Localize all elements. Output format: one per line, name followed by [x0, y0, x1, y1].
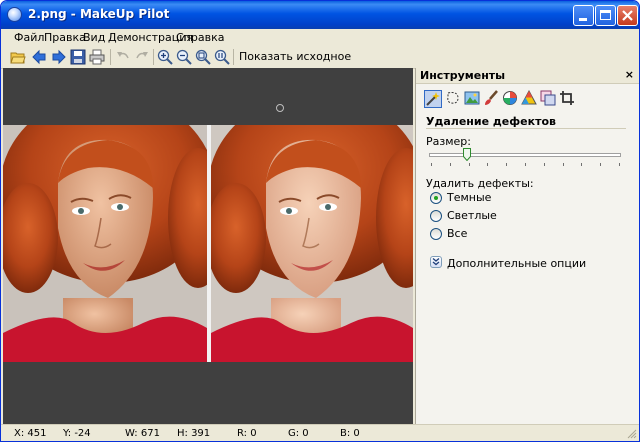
radio-all[interactable]: [430, 228, 442, 240]
photo-comparison: [3, 125, 413, 362]
section-divider: [426, 128, 626, 129]
resize-grip-icon[interactable]: [627, 429, 637, 439]
slider-tick: [619, 163, 620, 166]
slider-tick: [449, 163, 451, 166]
open-folder-icon[interactable]: [10, 49, 26, 65]
undo-icon[interactable]: [115, 49, 131, 65]
slider-tick: [506, 163, 508, 166]
print-icon[interactable]: [89, 49, 105, 65]
status-red: R: 0: [237, 428, 257, 439]
menu-edit[interactable]: Правка: [44, 31, 86, 44]
expand-options-button[interactable]: [430, 256, 442, 268]
status-green: G: 0: [288, 428, 309, 439]
color-triangle-tool-icon[interactable]: [521, 89, 539, 108]
maximize-button[interactable]: [595, 5, 616, 26]
slider-tick: [468, 163, 470, 166]
menu-file[interactable]: Файл: [14, 31, 44, 44]
close-icon: [622, 10, 633, 21]
menu-bar: Файл Правка Вид Демонстрация Справка: [1, 29, 639, 46]
layers-tool-icon[interactable]: [540, 90, 558, 108]
slider-tick: [600, 163, 602, 166]
photo-after: [211, 125, 413, 362]
radio-dark-label[interactable]: Темные: [447, 191, 491, 204]
slider-tick: [487, 163, 489, 166]
panel-close-icon[interactable]: ×: [625, 68, 634, 81]
window-title: 2.png - MakeUp Pilot: [28, 7, 170, 21]
double-chevron-down-icon: [432, 258, 440, 266]
status-y: Y: -24: [63, 428, 91, 439]
status-height: H: 391: [177, 428, 211, 439]
crop-tool-icon[interactable]: [559, 90, 577, 108]
slider-tick: [431, 163, 432, 166]
minimize-button[interactable]: [573, 5, 594, 26]
remove-defects-label: Удалить дефекты:: [426, 177, 534, 190]
save-icon[interactable]: [70, 49, 86, 65]
brush-tool-icon[interactable]: [483, 90, 501, 108]
toolbar-separator: [153, 49, 154, 65]
panel-header: Инструменты ×: [416, 68, 639, 84]
status-x: X: 451: [14, 428, 47, 439]
app-icon[interactable]: [7, 7, 22, 22]
status-bar: X: 451 Y: -24 W: 671 H: 391 R: 0 G: 0 B:…: [1, 424, 639, 441]
zoom-actual-icon[interactable]: [214, 49, 230, 65]
size-slider-thumb[interactable]: [463, 148, 472, 161]
radio-light-label[interactable]: Светлые: [447, 209, 497, 222]
size-label: Размер:: [426, 135, 471, 148]
color-tool-icon[interactable]: [502, 90, 520, 108]
redo-icon[interactable]: [134, 49, 150, 65]
radio-all-label[interactable]: Все: [447, 227, 467, 240]
status-width: W: 671: [125, 428, 160, 439]
size-slider[interactable]: [429, 153, 621, 157]
slider-tick: [543, 163, 545, 166]
radio-light[interactable]: [430, 210, 442, 222]
menu-help[interactable]: Справка: [176, 31, 224, 44]
extra-options-label[interactable]: Дополнительные опции: [447, 257, 586, 270]
radio-dark[interactable]: [430, 192, 442, 204]
section-title: Удаление дефектов: [426, 115, 556, 128]
tools-panel: Инструменты × Удаление дефектов Размер: …: [415, 68, 639, 424]
defect-removal-tool-icon[interactable]: [424, 90, 442, 108]
show-original-button[interactable]: Показать исходное: [239, 50, 351, 63]
close-button[interactable]: [617, 5, 638, 26]
slider-tick: [581, 163, 583, 166]
zoom-in-icon[interactable]: [157, 49, 173, 65]
toolbar-separator: [110, 49, 111, 65]
image-canvas[interactable]: [3, 68, 413, 424]
slider-tick: [562, 163, 564, 166]
split-divider: [207, 125, 211, 362]
app-window: 2.png - MakeUp Pilot Файл Правка Вид Дем…: [0, 0, 640, 442]
title-bar[interactable]: 2.png - MakeUp Pilot: [1, 1, 639, 29]
selection-tool-icon[interactable]: [445, 90, 463, 108]
image-tool-icon[interactable]: [464, 90, 482, 108]
toolbar-separator: [233, 49, 234, 65]
toolbar: Показать исходное: [1, 46, 639, 69]
panel-title: Инструменты: [420, 69, 506, 82]
menu-view[interactable]: Вид: [83, 31, 105, 44]
status-blue: B: 0: [340, 428, 360, 439]
zoom-fit-icon[interactable]: [195, 49, 211, 65]
minimize-icon: [579, 18, 587, 21]
forward-arrow-icon[interactable]: [51, 49, 67, 65]
photo-before: [3, 125, 207, 362]
back-arrow-icon[interactable]: [31, 49, 47, 65]
slider-tick: [525, 163, 526, 166]
maximize-icon: [600, 10, 611, 20]
zoom-out-icon[interactable]: [176, 49, 192, 65]
